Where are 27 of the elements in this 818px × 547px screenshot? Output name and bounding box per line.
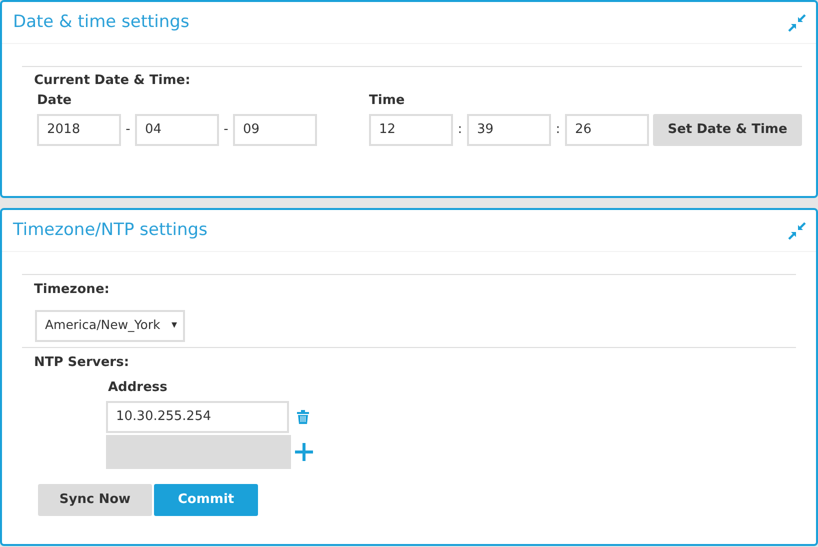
ntp-servers-label: NTP Servers: xyxy=(34,354,130,372)
new-address-field[interactable] xyxy=(106,434,291,468)
time-label: Time xyxy=(369,92,406,110)
collapse-icon[interactable] xyxy=(788,14,806,32)
collapse-icon[interactable] xyxy=(788,222,806,240)
panel-title: Timezone/NTP settings xyxy=(13,218,208,242)
date-label: Date xyxy=(37,92,73,110)
trash-icon[interactable] xyxy=(297,410,309,424)
year-field[interactable]: 2018 xyxy=(37,114,121,146)
timezone-label: Timezone: xyxy=(34,281,110,299)
separator: : xyxy=(456,121,464,140)
separator: : xyxy=(554,121,562,140)
separator: - xyxy=(124,121,132,140)
hour-field[interactable]: 12 xyxy=(369,114,453,146)
set-date-time-button[interactable]: Set Date & Time xyxy=(653,114,802,146)
panel-title: Date & time settings xyxy=(13,10,190,34)
column-heading: Address xyxy=(108,379,168,397)
second-field[interactable]: 26 xyxy=(565,114,649,146)
address-field[interactable]: 10.30.255.254 xyxy=(106,400,289,432)
timezone-select[interactable]: America/New_York ▾ xyxy=(35,310,185,342)
section-label: Current Date & Time: xyxy=(34,72,192,90)
minute-field[interactable]: 39 xyxy=(467,114,551,146)
month-field[interactable]: 04 xyxy=(135,114,219,146)
add-icon[interactable] xyxy=(294,442,314,462)
sync-now-button[interactable]: Sync Now xyxy=(38,484,152,516)
day-field[interactable]: 09 xyxy=(233,114,317,146)
separator: - xyxy=(222,121,230,140)
